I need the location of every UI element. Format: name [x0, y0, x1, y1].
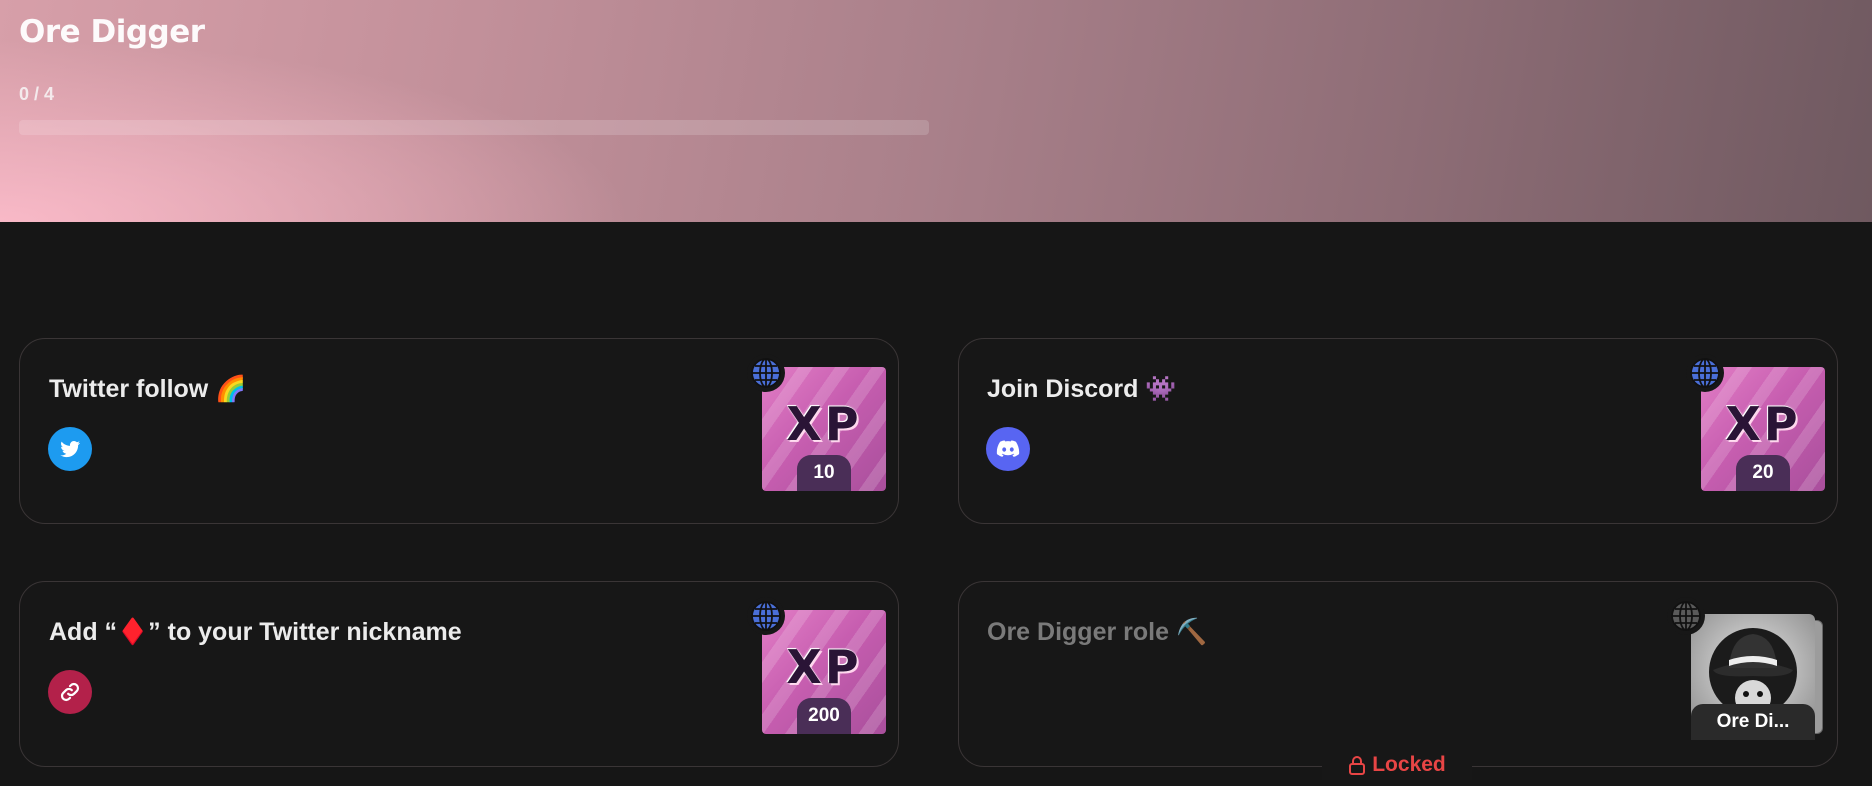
- xp-label: XP: [786, 640, 862, 694]
- globe-icon: [747, 597, 785, 635]
- locked-label: Locked: [1372, 753, 1446, 776]
- quest-header: Ore Digger 0 / 4: [0, 0, 1872, 222]
- progress-bar: [19, 120, 929, 135]
- task-card-ore-digger-role[interactable]: Ore Digger role ⛏️ Ore Di...: [958, 581, 1838, 767]
- globe-icon: [747, 354, 785, 392]
- task-title: Ore Digger role ⛏️: [987, 618, 1208, 646]
- task-title: Add “♦️” to your Twitter nickname: [49, 618, 462, 646]
- discord-icon[interactable]: [986, 427, 1030, 471]
- role-name: Ore Di...: [1691, 704, 1815, 740]
- task-card-twitter-nickname[interactable]: Add “♦️” to your Twitter nickname XP 200: [19, 581, 899, 767]
- globe-icon: [1667, 597, 1705, 635]
- locked-badge: Locked: [1322, 750, 1472, 780]
- task-card-join-discord[interactable]: Join Discord 👾 XP 20: [958, 338, 1838, 524]
- task-card-twitter-follow[interactable]: Twitter follow 🌈 XP 10: [19, 338, 899, 524]
- xp-label: XP: [786, 397, 862, 451]
- lock-icon: [1349, 756, 1366, 775]
- twitter-icon[interactable]: [48, 427, 92, 471]
- task-title: Join Discord 👾: [987, 375, 1177, 403]
- xp-amount: 200: [797, 698, 851, 734]
- xp-amount: 20: [1736, 455, 1790, 491]
- globe-icon: [1686, 354, 1724, 392]
- progress-count: 0 / 4: [19, 84, 55, 104]
- role-reward-badge: Ore Di...: [1691, 614, 1823, 740]
- task-title: Twitter follow 🌈: [49, 375, 247, 403]
- xp-label: XP: [1725, 397, 1801, 451]
- xp-amount: 10: [797, 455, 851, 491]
- link-icon[interactable]: [48, 670, 92, 714]
- page-title: Ore Digger: [19, 14, 205, 50]
